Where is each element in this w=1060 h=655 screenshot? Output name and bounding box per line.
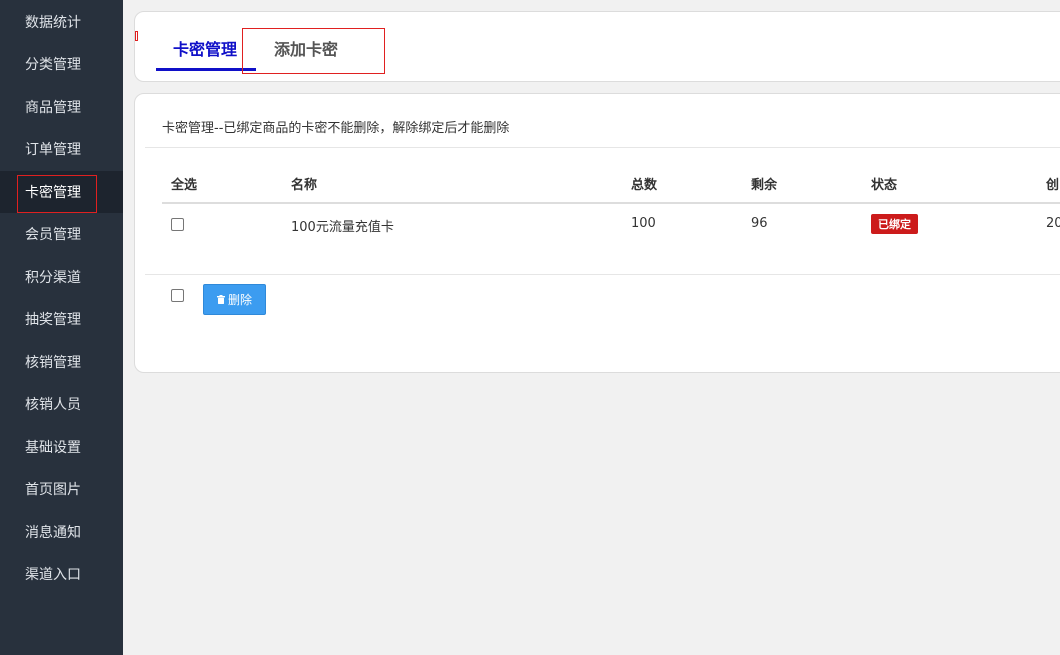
cell-remaining: 96	[751, 216, 768, 231]
sidebar-item-label: 抽奖管理	[25, 312, 81, 328]
sidebar-item-label: 首页图片	[25, 482, 81, 498]
tab-active-underline	[156, 68, 256, 71]
sidebar-item-label: 积分渠道	[25, 270, 81, 286]
sidebar-item-label: 基础设置	[25, 440, 81, 456]
sidebar-item-stats[interactable]: 数据统计	[0, 1, 123, 43]
sidebar-item-label: 卡密管理	[25, 185, 81, 201]
sidebar-item-verification[interactable]: 核销管理	[0, 341, 123, 383]
sidebar-item-label: 核销管理	[25, 355, 81, 371]
sidebar-item-label: 商品管理	[25, 100, 81, 116]
header-remaining: 剩余	[751, 178, 778, 193]
tabs-card: 卡密管理 添加卡密	[134, 11, 1060, 82]
delete-button[interactable]: 删除	[203, 284, 266, 315]
status-badge: 已绑定	[871, 214, 918, 234]
sidebar-item-products[interactable]: 商品管理	[0, 86, 123, 128]
header-created: 创	[1046, 178, 1060, 193]
marker	[135, 31, 138, 41]
sidebar-item-verifiers[interactable]: 核销人员	[0, 383, 123, 425]
header-total: 总数	[631, 178, 658, 193]
content-card: 卡密管理--已绑定商品的卡密不能删除，解除绑定后才能删除 全选 名称 总数 剩余…	[134, 93, 1060, 373]
divider	[145, 274, 1060, 275]
trash-icon	[216, 295, 225, 304]
sidebar-item-label: 消息通知	[25, 525, 81, 541]
sidebar-item-label: 会员管理	[25, 227, 81, 243]
sidebar-item-home-images[interactable]: 首页图片	[0, 468, 123, 510]
cell-created: 20	[1046, 216, 1060, 231]
sidebar-item-orders[interactable]: 订单管理	[0, 128, 123, 170]
divider	[145, 147, 1060, 148]
sidebar: 数据统计 分类管理 商品管理 订单管理 卡密管理 会员管理 积分渠道 抽奖管理 …	[0, 0, 123, 655]
delete-button-label: 删除	[227, 293, 252, 307]
header-name: 名称	[291, 178, 318, 193]
header-select-all: 全选	[171, 178, 198, 193]
tab-card-management[interactable]: 卡密管理	[173, 36, 237, 60]
row-checkbox[interactable]	[171, 218, 184, 231]
sidebar-item-points[interactable]: 积分渠道	[0, 256, 123, 298]
table-header-line	[162, 202, 1060, 204]
notice-text: 卡密管理--已绑定商品的卡密不能删除，解除绑定后才能删除	[162, 121, 510, 136]
sidebar-item-lottery[interactable]: 抽奖管理	[0, 298, 123, 340]
cell-name: 100元流量充值卡	[291, 220, 394, 235]
sidebar-item-label: 订单管理	[25, 142, 81, 158]
cell-total: 100	[631, 216, 656, 231]
sidebar-item-label: 渠道入口	[25, 567, 81, 583]
sidebar-item-notifications[interactable]: 消息通知	[0, 511, 123, 553]
sidebar-item-label: 核销人员	[25, 397, 81, 413]
header-status: 状态	[871, 178, 898, 193]
sidebar-item-members[interactable]: 会员管理	[0, 213, 123, 255]
sidebar-item-category[interactable]: 分类管理	[0, 43, 123, 85]
sidebar-item-label: 数据统计	[25, 15, 81, 31]
sidebar-item-cards[interactable]: 卡密管理	[0, 171, 123, 213]
sidebar-item-label: 分类管理	[25, 57, 81, 73]
sidebar-item-settings[interactable]: 基础设置	[0, 426, 123, 468]
bulk-select-checkbox[interactable]	[171, 289, 184, 302]
sidebar-item-channels[interactable]: 渠道入口	[0, 553, 123, 595]
tab-add-card[interactable]: 添加卡密	[274, 36, 338, 60]
